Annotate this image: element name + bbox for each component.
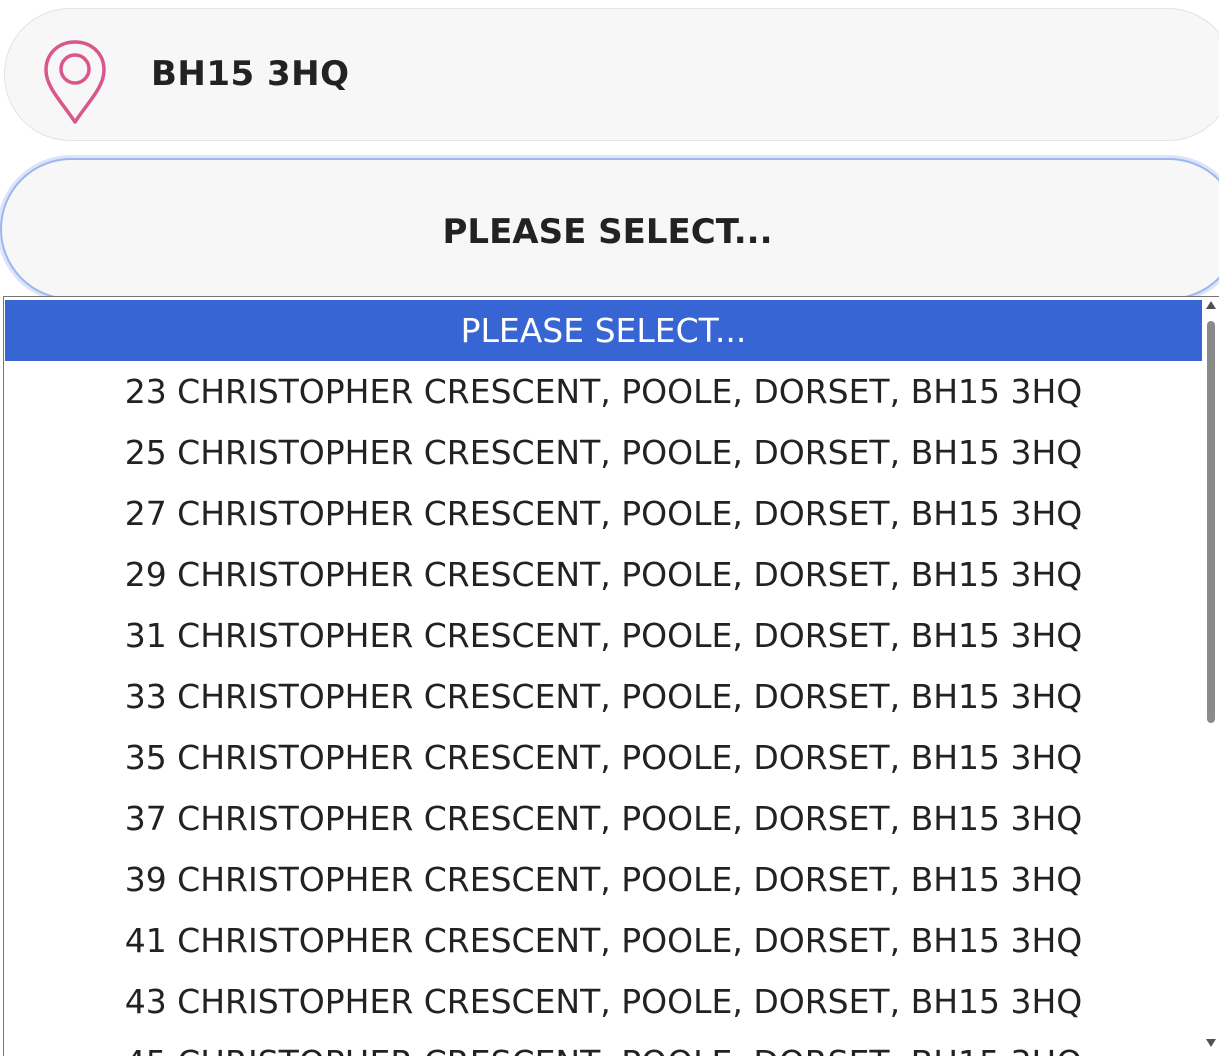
dropdown-option[interactable]: 37 CHRISTOPHER CRESCENT, POOLE, DORSET, … xyxy=(5,788,1202,849)
postcode-value: BH15 3HQ xyxy=(151,54,350,94)
dropdown-option[interactable]: 35 CHRISTOPHER CRESCENT, POOLE, DORSET, … xyxy=(5,727,1202,788)
address-dropdown-list[interactable]: PLEASE SELECT... 23 CHRISTOPHER CRESCENT… xyxy=(3,296,1219,1056)
dropdown-option[interactable]: 31 CHRISTOPHER CRESCENT, POOLE, DORSET, … xyxy=(5,605,1202,666)
dropdown-option[interactable]: 33 CHRISTOPHER CRESCENT, POOLE, DORSET, … xyxy=(5,666,1202,727)
scroll-up-arrow-icon[interactable] xyxy=(1206,301,1216,309)
location-pin-icon xyxy=(41,39,109,127)
address-select[interactable]: PLEASE SELECT... xyxy=(0,158,1219,300)
dropdown-scrollbar[interactable] xyxy=(1203,297,1219,1056)
dropdown-option[interactable]: 23 CHRISTOPHER CRESCENT, POOLE, DORSET, … xyxy=(5,361,1202,422)
dropdown-option[interactable]: 39 CHRISTOPHER CRESCENT, POOLE, DORSET, … xyxy=(5,849,1202,910)
dropdown-option[interactable]: 27 CHRISTOPHER CRESCENT, POOLE, DORSET, … xyxy=(5,483,1202,544)
dropdown-option[interactable]: 25 CHRISTOPHER CRESCENT, POOLE, DORSET, … xyxy=(5,422,1202,483)
address-select-label: PLEASE SELECT... xyxy=(442,212,773,252)
dropdown-option-please-select[interactable]: PLEASE SELECT... xyxy=(5,300,1202,361)
scroll-thumb[interactable] xyxy=(1207,321,1215,723)
postcode-field[interactable]: BH15 3HQ xyxy=(4,8,1219,141)
dropdown-option[interactable]: 41 CHRISTOPHER CRESCENT, POOLE, DORSET, … xyxy=(5,910,1202,971)
dropdown-option[interactable]: 29 CHRISTOPHER CRESCENT, POOLE, DORSET, … xyxy=(5,544,1202,605)
dropdown-option[interactable]: 45 CHRISTOPHER CRESCENT, POOLE, DORSET, … xyxy=(5,1032,1202,1056)
scroll-down-arrow-icon[interactable] xyxy=(1206,1039,1216,1047)
dropdown-option[interactable]: 43 CHRISTOPHER CRESCENT, POOLE, DORSET, … xyxy=(5,971,1202,1032)
